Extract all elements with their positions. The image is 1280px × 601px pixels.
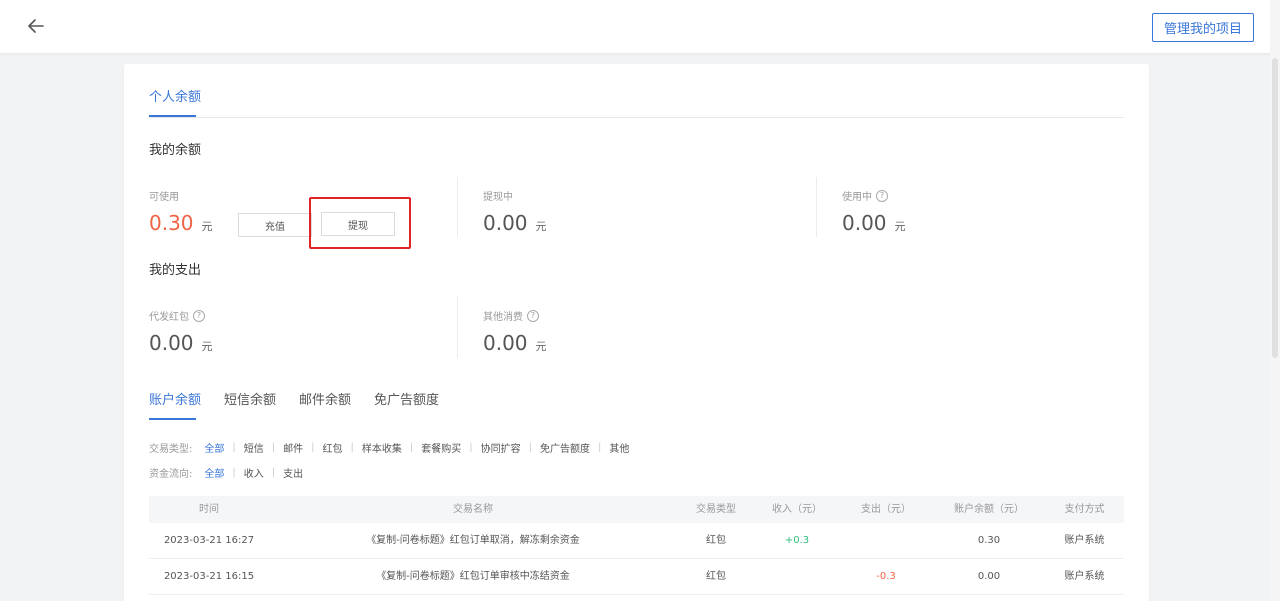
red-packet-label: 代发红包 ?: [149, 308, 205, 323]
filter-type-other[interactable]: 其他: [609, 440, 629, 455]
filter-separator: |: [469, 442, 473, 453]
filter-separator: |: [311, 442, 315, 453]
cell-balance: 0.00: [977, 571, 1001, 582]
column-header: 支出（元）: [861, 504, 911, 515]
cell-expense: [839, 523, 933, 559]
in-use-label: 使用中 ?: [842, 188, 888, 203]
filter-type-email[interactable]: 邮件: [283, 440, 303, 455]
arrow-left-icon: [28, 19, 44, 33]
in-use-label-text: 使用中: [842, 192, 872, 203]
filter-separator: |: [350, 442, 354, 453]
filter-separator: |: [232, 467, 236, 478]
other-spending-unit: 元: [535, 340, 547, 353]
filter-separator: |: [271, 467, 276, 478]
withdrawing-value: 0.00 元: [483, 211, 547, 235]
filter-flow-all[interactable]: 全部: [204, 465, 224, 480]
other-spending-amount: 0.00: [483, 331, 528, 355]
available-label: 可使用: [149, 188, 179, 203]
filter-type-sms[interactable]: 短信: [244, 440, 264, 455]
cell-type: 红包: [706, 571, 726, 582]
scrollbar-thumb[interactable]: [1272, 58, 1278, 358]
tab-email-balance[interactable]: 邮件余额: [299, 389, 351, 408]
in-use-value: 0.00 元: [842, 211, 906, 235]
cell-balance: 0.30: [977, 535, 1001, 546]
sub-tab-active-indicator: [149, 418, 196, 420]
cell-name: 《复制-问卷标题》红包订单取消，解冻剩余资金: [366, 535, 580, 546]
cell-name: 《复制-问卷标题》红包订单审核中冻结资金: [376, 571, 570, 582]
in-use-amount: 0.00: [842, 211, 887, 235]
filter-type-collab[interactable]: 协同扩容: [481, 440, 521, 455]
stat-divider: [816, 177, 817, 237]
cell-time: 2023-03-21 16:15: [163, 571, 255, 582]
tab-sms-balance[interactable]: 短信余额: [224, 389, 276, 408]
red-packet-amount: 0.00: [149, 331, 194, 355]
filter-type-all[interactable]: 全部: [204, 440, 224, 455]
transaction-type-filter: 交易类型: 全部 | 短信 | 邮件 | 红包 | 样本收集 | 套餐购买 | …: [149, 440, 629, 455]
red-packet-unit: 元: [201, 340, 213, 353]
filter-separator: |: [409, 442, 414, 453]
cell-method: 账户系统: [1064, 535, 1105, 546]
my-balance-title: 我的余额: [149, 143, 202, 158]
stat-divider: [457, 296, 458, 358]
withdrawing-amount: 0.00: [483, 211, 528, 235]
filter-label: 交易类型:: [149, 444, 193, 455]
other-spending-label-text: 其他消费: [483, 312, 523, 323]
column-header: 支付方式: [1064, 504, 1105, 515]
red-packet-label-text: 代发红包: [149, 312, 189, 323]
table-header: 时间 交易名称 交易类型 收入（元） 支出（元） 账户余额（元） 支付方式: [149, 496, 1124, 523]
recharge-button[interactable]: 充值: [238, 213, 312, 237]
available-value: 0.30 元: [149, 211, 213, 235]
filter-separator: |: [232, 442, 236, 453]
other-spending-label: 其他消费 ?: [483, 308, 539, 323]
filter-flow-income[interactable]: 收入: [244, 465, 264, 480]
tab-divider: [149, 117, 1124, 118]
table-row: 2023-03-21 16:27 《复制-问卷标题》红包订单取消，解冻剩余资金 …: [149, 523, 1124, 559]
available-amount: 0.30: [149, 211, 194, 235]
filter-separator: |: [528, 442, 532, 453]
cell-expense: -0.3: [876, 571, 896, 582]
stat-divider: [457, 177, 458, 237]
in-use-unit: 元: [894, 220, 906, 233]
other-spending-value: 0.00 元: [483, 331, 547, 355]
filter-type-ad-free[interactable]: 免广告额度: [540, 440, 590, 455]
red-packet-value: 0.00 元: [149, 331, 213, 355]
filter-separator: |: [271, 442, 276, 453]
back-button[interactable]: [24, 14, 48, 38]
available-unit: 元: [201, 220, 213, 233]
tab-ad-free-quota[interactable]: 免广告额度: [374, 389, 439, 408]
filter-label: 资金流向:: [149, 469, 193, 480]
fund-flow-filter: 资金流向: 全部 | 收入 | 支出: [149, 465, 303, 480]
cell-time: 2023-03-21 16:27: [163, 535, 255, 546]
withdrawing-unit: 元: [535, 220, 547, 233]
top-bar: 管理我的项目: [0, 0, 1280, 53]
withdrawing-label-text: 提现中: [483, 192, 513, 203]
filter-flow-expense[interactable]: 支出: [283, 465, 303, 480]
question-circle-icon[interactable]: ?: [527, 309, 539, 322]
withdrawing-label: 提现中: [483, 188, 513, 203]
column-header: 交易名称: [453, 504, 493, 515]
my-spending-title: 我的支出: [149, 263, 202, 278]
column-header: 交易类型: [696, 504, 736, 515]
cell-income: [755, 559, 839, 595]
cell-income: +0.3: [784, 535, 810, 546]
column-header: 时间: [199, 504, 219, 515]
cell-method: 账户系统: [1064, 571, 1105, 582]
manage-projects-button[interactable]: 管理我的项目: [1152, 13, 1254, 42]
withdraw-button[interactable]: 提现: [321, 212, 395, 236]
cell-type: 红包: [706, 535, 726, 546]
table-row: 2023-03-21 16:15 《复制-问卷标题》红包订单审核中冻结资金 红包…: [149, 559, 1124, 595]
filter-type-package[interactable]: 套餐购买: [421, 440, 461, 455]
tab-personal-balance[interactable]: 个人余额: [149, 86, 201, 105]
column-header: 账户余额（元）: [954, 504, 1024, 515]
question-circle-icon[interactable]: ?: [193, 309, 205, 322]
available-label-text: 可使用: [149, 192, 179, 203]
column-header: 收入（元）: [772, 504, 822, 515]
filter-type-sample[interactable]: 样本收集: [362, 440, 402, 455]
question-circle-icon[interactable]: ?: [876, 189, 888, 202]
filter-type-red-packet[interactable]: 红包: [323, 440, 343, 455]
tab-account-balance[interactable]: 账户余额: [149, 389, 201, 408]
filter-separator: |: [598, 442, 602, 453]
